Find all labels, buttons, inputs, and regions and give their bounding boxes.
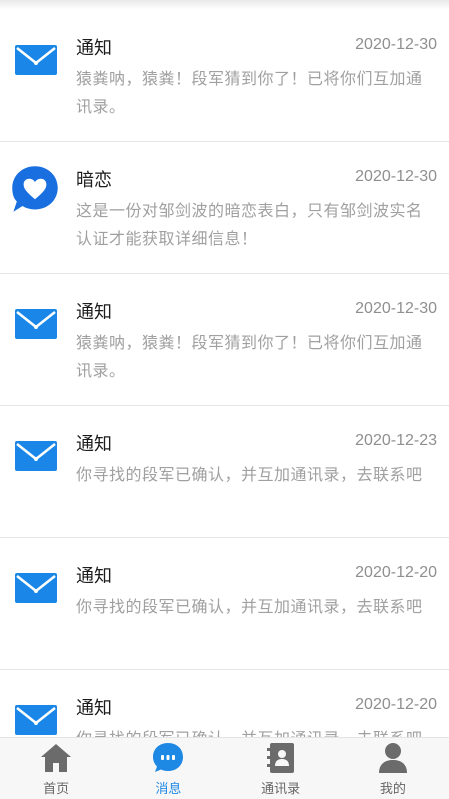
message-title: 通知 (76, 302, 112, 323)
message-body: 你寻找的段军已确认，并互加通讯录，去联系吧 (76, 725, 436, 737)
message-body: 这是一份对邹剑波的暗恋表白，只有邹剑波实名认证才能获取详细信息！ (76, 201, 423, 248)
tab-home[interactable]: 首页 (0, 738, 112, 799)
message-title: 通知 (76, 566, 112, 587)
message-date: 2020-12-23 (355, 432, 437, 449)
message-title: 通知 (76, 38, 112, 59)
message-body: 猿粪呐，猿粪！段军猜到你了！已将你们互加通讯录。 (76, 333, 423, 380)
mail-icon (15, 573, 57, 603)
person-icon (378, 743, 407, 773)
message-date: 2020-12-30 (355, 36, 437, 53)
tab-messages[interactable]: 消息 (112, 738, 224, 799)
address-book-icon (266, 743, 294, 773)
message-title: 暗恋 (76, 170, 112, 191)
top-shadow (0, 0, 449, 10)
tab-home-label: 首页 (43, 782, 70, 797)
message-title: 通知 (76, 698, 112, 719)
message-item[interactable]: 通知 2020-12-23 你寻找的段军已确认，并互加通讯录，去联系吧 (0, 406, 449, 538)
tab-mine[interactable]: 我的 (337, 738, 449, 799)
message-date: 2020-12-30 (355, 300, 437, 317)
message-item[interactable]: 暗恋 2020-12-30 这是一份对邹剑波的暗恋表白，只有邹剑波实名认证才能获… (0, 142, 449, 274)
chat-bubble-icon (153, 743, 184, 772)
message-date: 2020-12-20 (355, 696, 437, 713)
mail-icon (15, 309, 57, 339)
message-body: 你寻找的段军已确认，并互加通讯录，去联系吧 (76, 597, 423, 616)
tab-mine-label: 我的 (379, 782, 406, 797)
mail-icon (15, 441, 57, 471)
tab-messages-label: 消息 (155, 782, 182, 797)
message-item[interactable]: 通知 2020-12-20 你寻找的段军已确认，并互加通讯录，去联系吧 (0, 670, 449, 737)
message-list[interactable]: 通知 2020-12-30 猿粪呐，猿粪！段军猜到你了！已将你们互加通讯录。 暗… (0, 10, 449, 737)
message-body: 你寻找的段军已确认，并互加通讯录，去联系吧 (76, 465, 423, 484)
message-item[interactable]: 通知 2020-12-20 你寻找的段军已确认，并互加通讯录，去联系吧 (0, 538, 449, 670)
bottom-tab-bar: 首页 消息 通讯录 我的 (0, 737, 449, 799)
tab-contacts[interactable]: 通讯录 (225, 738, 337, 799)
tab-contacts-label: 通讯录 (261, 782, 301, 797)
mail-icon (15, 705, 57, 735)
message-date: 2020-12-30 (355, 168, 437, 185)
heart-chat-icon (12, 166, 58, 212)
message-item[interactable]: 通知 2020-12-30 猿粪呐，猿粪！段军猜到你了！已将你们互加通讯录。 (0, 10, 449, 142)
message-item[interactable]: 通知 2020-12-30 猿粪呐，猿粪！段军猜到你了！已将你们互加通讯录。 (0, 274, 449, 406)
message-body: 猿粪呐，猿粪！段军猜到你了！已将你们互加通讯录。 (76, 69, 423, 116)
home-icon (41, 744, 72, 772)
message-date: 2020-12-20 (355, 564, 437, 581)
mail-icon (15, 45, 57, 75)
message-title: 通知 (76, 434, 112, 455)
